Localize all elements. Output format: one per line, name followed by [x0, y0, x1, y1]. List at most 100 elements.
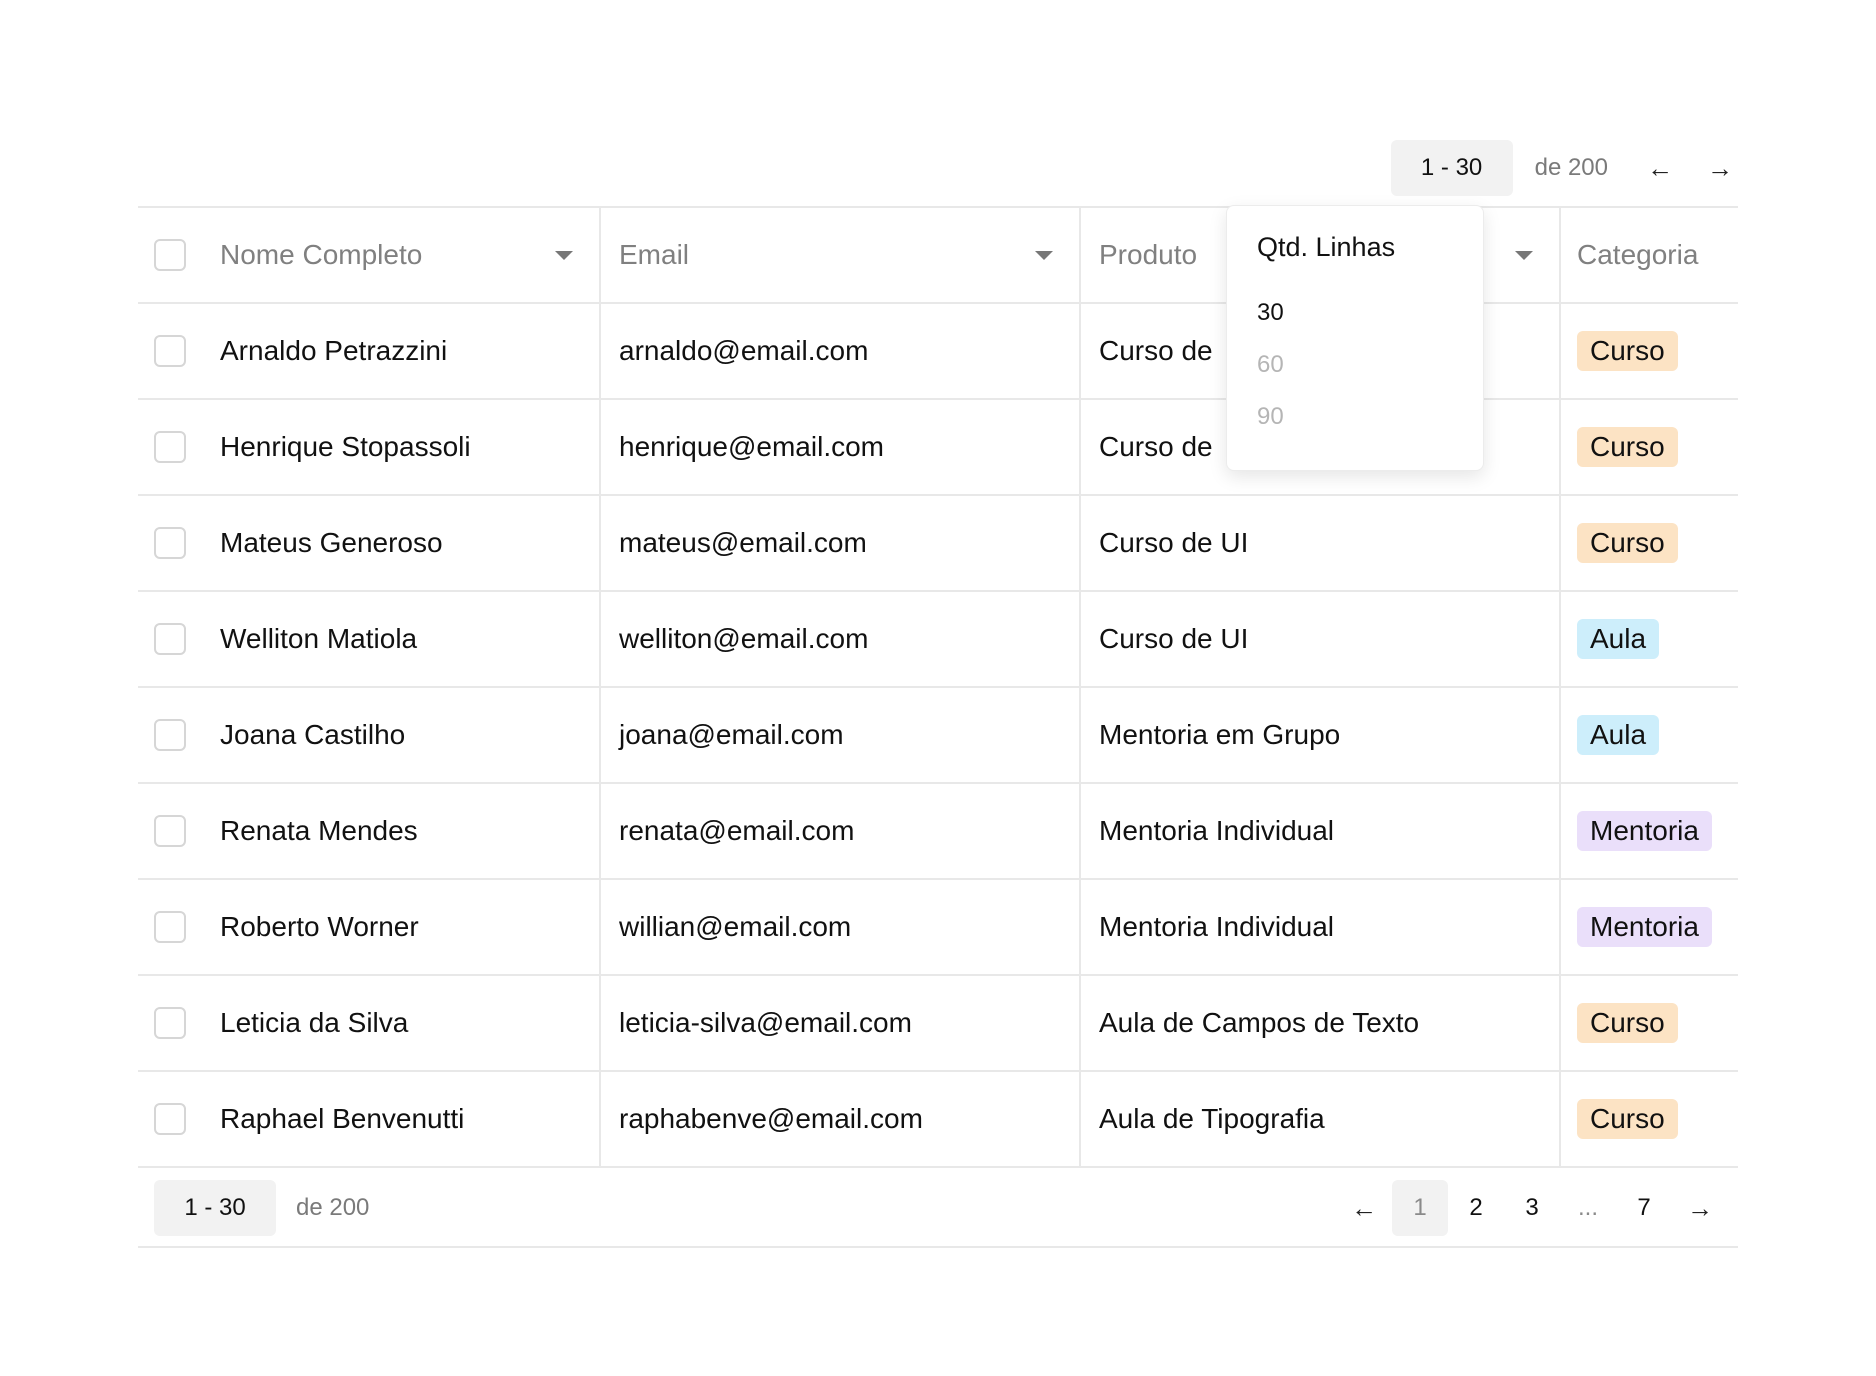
name-cell: Roberto Worner: [138, 880, 601, 974]
row-checkbox[interactable]: [154, 527, 186, 559]
table-row[interactable]: Joana Castilho joana@email.com Mentoria …: [138, 688, 1738, 784]
category-cell: Aula: [1561, 592, 1738, 686]
arrow-right-icon[interactable]: →: [1692, 140, 1748, 196]
product: Curso de UI: [1099, 623, 1249, 654]
email-cell: renata@email.com: [601, 784, 1081, 878]
column-label: Categoria: [1577, 239, 1699, 270]
email: mateus@email.com: [619, 527, 867, 558]
dropdown-title: Qtd. Linhas: [1257, 232, 1396, 262]
category-cell: Aula: [1561, 688, 1738, 782]
email: henrique@email.com: [619, 431, 884, 462]
category-cell: Curso: [1561, 976, 1738, 1070]
product-cell: Aula de Tipografia: [1081, 1072, 1561, 1166]
table-body: Arnaldo Petrazzini arnaldo@email.com Cur…: [138, 304, 1738, 1168]
sort-caret-icon[interactable]: [1515, 251, 1533, 260]
row-checkbox[interactable]: [154, 1103, 186, 1135]
product: Curso de: [1099, 335, 1213, 366]
table-row[interactable]: Roberto Worner willian@email.com Mentori…: [138, 880, 1738, 976]
product: Mentoria Individual: [1099, 815, 1335, 846]
sort-caret-icon[interactable]: [555, 251, 573, 260]
table-card: 1 - 30 de 200 ← → Nome Completo Email Pr…: [0, 0, 1876, 1376]
product: Aula de Tipografia: [1099, 1103, 1325, 1134]
row-checkbox[interactable]: [154, 335, 186, 367]
arrow-left-icon[interactable]: ←: [1336, 1180, 1392, 1236]
table-row[interactable]: Arnaldo Petrazzini arnaldo@email.com Cur…: [138, 304, 1738, 400]
page-button[interactable]: 1: [1392, 1180, 1448, 1236]
page-ellipsis: ...: [1577, 1194, 1598, 1221]
total-count: de 200: [296, 1194, 370, 1221]
rows-range-selector[interactable]: 1 - 30: [1390, 140, 1513, 196]
column-label: Email: [619, 239, 690, 270]
product-cell: Mentoria Individual: [1081, 784, 1561, 878]
name-cell: Henrique Stopassoli: [138, 400, 601, 494]
total-count: de 200: [1534, 154, 1608, 181]
select-all-checkbox[interactable]: [154, 239, 186, 271]
row-checkbox[interactable]: [154, 719, 186, 751]
page-button[interactable]: 3: [1504, 1180, 1560, 1236]
page-button[interactable]: 7: [1616, 1180, 1672, 1236]
email-cell: welliton@email.com: [601, 592, 1081, 686]
row-checkbox[interactable]: [154, 815, 186, 847]
product-cell: Mentoria em Grupo: [1081, 688, 1561, 782]
name-cell: Raphael Benvenutti: [138, 1072, 601, 1166]
category-badge: Mentoria: [1577, 811, 1712, 851]
full-name: Roberto Worner: [220, 911, 419, 942]
email-cell: leticia-silva@email.com: [601, 976, 1081, 1070]
full-name: Henrique Stopassoli: [220, 431, 471, 462]
name-cell: Arnaldo Petrazzini: [138, 304, 601, 398]
category-badge: Aula: [1577, 715, 1660, 755]
email-cell: raphabenve@email.com: [601, 1072, 1081, 1166]
product: Mentoria Individual: [1099, 911, 1335, 942]
name-cell: Welliton Matiola: [138, 592, 601, 686]
category-cell: Curso: [1561, 400, 1738, 494]
dropdown-option[interactable]: 30: [1257, 287, 1453, 339]
full-name: Renata Mendes: [220, 815, 418, 846]
table-row[interactable]: Welliton Matiola welliton@email.com Curs…: [138, 592, 1738, 688]
table-row[interactable]: Henrique Stopassoli henrique@email.com C…: [138, 400, 1738, 496]
email: welliton@email.com: [619, 623, 869, 654]
category-cell: Mentoria: [1561, 784, 1738, 878]
page-buttons: 1 2 3... 7: [1392, 1180, 1672, 1236]
email-cell: arnaldo@email.com: [601, 304, 1081, 398]
table-row[interactable]: Mateus Generoso mateus@email.com Curso d…: [138, 496, 1738, 592]
table-row[interactable]: Renata Mendes renata@email.com Mentoria …: [138, 784, 1738, 880]
product-cell: Curso de UI: [1081, 496, 1561, 590]
table-row[interactable]: Leticia da Silva leticia-silva@email.com…: [138, 976, 1738, 1072]
row-checkbox[interactable]: [154, 911, 186, 943]
name-cell: Mateus Generoso: [138, 496, 601, 590]
row-checkbox[interactable]: [154, 623, 186, 655]
category-badge: Curso: [1577, 427, 1678, 467]
column-header-category: Categoria: [1561, 208, 1738, 302]
sort-caret-icon[interactable]: [1035, 251, 1053, 260]
table-row[interactable]: Raphael Benvenutti raphabenve@email.com …: [138, 1072, 1738, 1168]
category-badge: Curso: [1577, 1003, 1678, 1043]
full-name: Welliton Matiola: [220, 623, 418, 654]
name-cell: Joana Castilho: [138, 688, 601, 782]
page-list: ← 1 2 3... 7 →: [1336, 1180, 1728, 1236]
full-name: Joana Castilho: [220, 719, 406, 750]
category-badge: Curso: [1577, 1099, 1678, 1139]
category-badge: Mentoria: [1577, 907, 1712, 947]
email-cell: joana@email.com: [601, 688, 1081, 782]
email: arnaldo@email.com: [619, 335, 869, 366]
dropdown-option[interactable]: 90: [1257, 391, 1453, 443]
arrow-right-icon[interactable]: →: [1672, 1180, 1728, 1236]
category-cell: Curso: [1561, 496, 1738, 590]
email: raphabenve@email.com: [619, 1103, 923, 1134]
row-checkbox[interactable]: [154, 431, 186, 463]
row-checkbox[interactable]: [154, 1007, 186, 1039]
arrow-left-icon[interactable]: ←: [1632, 140, 1688, 196]
product: Mentoria em Grupo: [1099, 719, 1341, 750]
product-cell: Aula de Campos de Texto: [1081, 976, 1561, 1070]
email: joana@email.com: [619, 719, 844, 750]
name-cell: Leticia da Silva: [138, 976, 601, 1070]
product: Curso de: [1099, 431, 1213, 462]
column-label: Nome Completo: [220, 239, 423, 270]
dropdown-option[interactable]: 60: [1257, 339, 1453, 391]
page-button[interactable]: 2: [1448, 1180, 1504, 1236]
email: renata@email.com: [619, 815, 855, 846]
email: willian@email.com: [619, 911, 852, 942]
email-cell: mateus@email.com: [601, 496, 1081, 590]
rows-range-selector[interactable]: 1 - 30: [154, 1180, 276, 1236]
name-cell: Renata Mendes: [138, 784, 601, 878]
